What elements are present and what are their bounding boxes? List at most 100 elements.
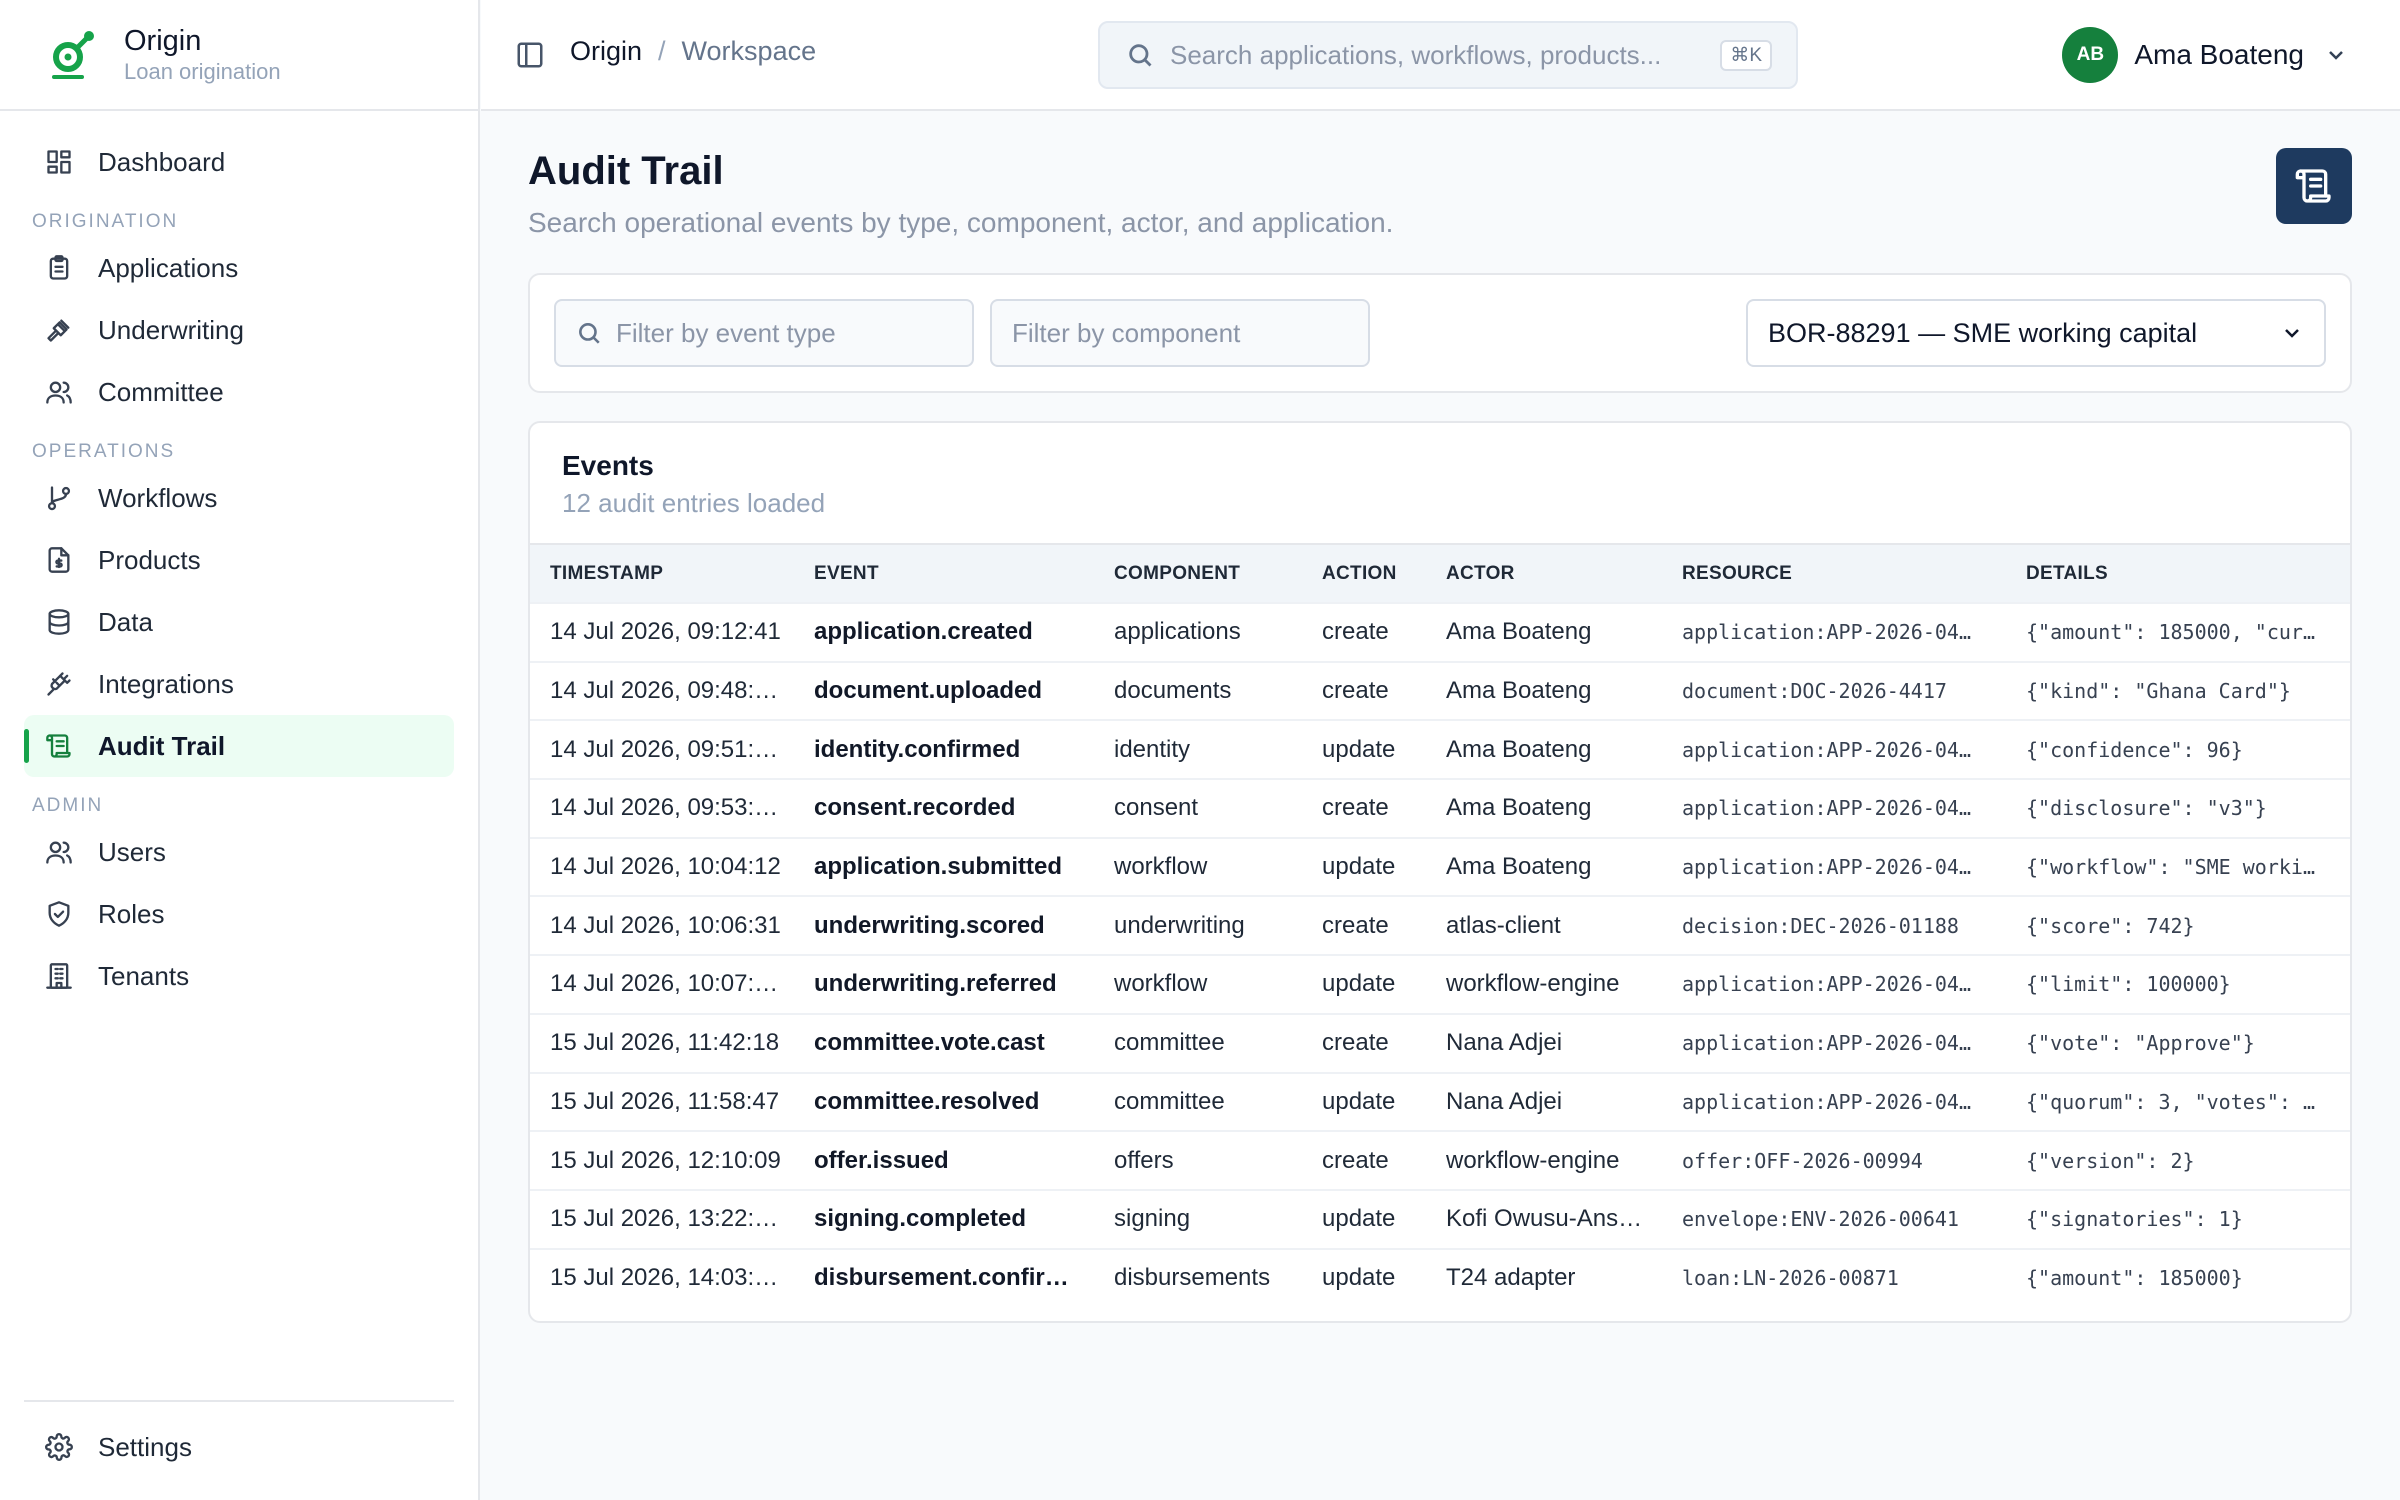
sidebar-toggle-button[interactable] [515,40,545,70]
component-filter[interactable] [990,299,1370,367]
application-select-value: BOR-88291 — SME working capital [1768,317,2198,348]
table-row[interactable]: 14 Jul 2026, 09:48:… document.uploaded doc… [530,661,2350,721]
event-cell: identity.confirmed [814,735,1021,763]
search-icon [579,323,600,344]
resource-cell: application:APP-2026-04… [1682,1089,1971,1114]
details-cell: {"score": 742} [2026,913,2195,938]
timestamp-cell: 14 Jul 2026, 10:04:12 [550,853,781,881]
component-cell: identity [1114,735,1191,763]
events-count: 12 audit entries loaded [562,488,826,518]
actor-cell: Nana Adjei [1446,1087,1563,1115]
actor-cell: Ama Boateng [1446,735,1592,763]
user-menu[interactable]: AB Ama Boateng [2062,26,2348,84]
table-row[interactable]: 14 Jul 2026, 10:06:31 underwriting.scored… [530,896,2350,955]
timestamp-cell: 15 Jul 2026, 13:22:… [550,1205,779,1233]
table-row[interactable]: 15 Jul 2026, 13:22:… signing.completed sig… [530,1189,2350,1249]
sidebar-item-data[interactable]: Data [24,591,454,653]
table-row[interactable]: 15 Jul 2026, 11:42:18 committee.vote.cast… [530,1013,2350,1073]
sidebar-item-label: Data [98,606,153,637]
table-row[interactable]: 14 Jul 2026, 10:07:… underwriting.referre… [530,955,2350,1014]
timestamp-cell: 15 Jul 2026, 11:42:18 [550,1029,780,1057]
sidebar-item-label: Roles [98,898,165,929]
table-row[interactable]: 14 Jul 2026, 10:04:12 application.submitt… [530,837,2350,897]
breadcrumb: Origin / Workspace [570,36,816,67]
gear-icon [44,1432,74,1462]
gavel-icon [44,315,74,345]
resource-cell: application:APP-2026-04… [1682,855,1971,880]
breadcrumb-separator: / [658,36,666,66]
table-row[interactable]: 15 Jul 2026, 14:03:… disbursement.confir…… [530,1248,2350,1308]
search-shortcut-hint: ⌘K [1720,39,1772,71]
sidebar-item-label: Dashboard [98,146,226,177]
global-search-input[interactable] [1170,39,1721,71]
breadcrumb-current: Workspace [681,36,817,66]
timestamp-cell: 15 Jul 2026, 14:03:… [550,1264,779,1292]
table-row[interactable]: 14 Jul 2026, 09:53:… consent.recorded cons… [530,779,2350,838]
table-row[interactable]: 14 Jul 2026, 09:51:… identity.confirmed id… [530,720,2350,779]
chevron-down-icon [2285,329,2299,338]
component-cell: committee [1114,1029,1225,1057]
action-cell: update [1322,970,1396,998]
timestamp-cell: 15 Jul 2026, 11:58:47 [550,1087,780,1115]
action-cell: create [1322,794,1389,822]
sidebar-item-audit-trail[interactable]: Audit Trail [24,715,454,777]
resource-cell: application:APP-2026-04… [1682,972,1971,997]
actor-cell: T24 adapter [1446,1264,1576,1292]
sidebar-item-settings[interactable]: Settings [24,1416,454,1478]
top-bar: Origin / Workspace ⌘K AB Ama Boateng [481,0,2400,111]
events-table-body: 14 Jul 2026, 09:12:41 application.created… [530,603,2350,1308]
action-cell: create [1322,618,1389,646]
actor-cell: Ama Boateng [1446,677,1592,705]
action-cell: create [1322,911,1389,939]
column-header-timestamp[interactable]: TIMESTAMP [530,545,794,603]
event-type-filter-input[interactable] [616,317,972,349]
resource-cell: application:APP-2026-04… [1682,796,1971,821]
sidebar-item-integrations[interactable]: Integrations [24,653,454,715]
column-header-details[interactable]: DETAILS [2006,545,2350,603]
resource-cell: application:APP-2026-04… [1682,737,1971,762]
building-icon [44,961,74,991]
sidebar-item-applications[interactable]: Applications [24,237,454,299]
component-cell: applications [1114,618,1241,646]
sidebar-item-workflows[interactable]: Workflows [24,467,454,529]
audit-trail-action-button[interactable] [2276,148,2352,224]
action-cell: create [1322,677,1389,705]
application-select[interactable]: BOR-88291 — SME working capital [1746,299,2326,367]
timestamp-cell: 14 Jul 2026, 09:51:… [550,735,779,763]
action-cell: update [1322,1264,1396,1292]
sidebar-item-dashboard[interactable]: Dashboard [24,131,454,193]
resource-cell: application:APP-2026-04… [1682,1031,1971,1056]
component-cell: disbursements [1114,1264,1271,1292]
sidebar-item-label: Underwriting [98,314,244,345]
git-branch-icon [44,483,74,513]
event-type-filter[interactable] [554,299,974,367]
column-header-actor[interactable]: ACTOR [1426,545,1662,603]
table-row[interactable]: 14 Jul 2026, 09:12:41 application.created… [530,603,2350,662]
column-header-event[interactable]: EVENT [794,545,1094,603]
column-header-resource[interactable]: RESOURCE [1662,545,2006,603]
sidebar-item-users[interactable]: Users [24,821,454,883]
breadcrumb-root[interactable]: Origin [570,36,642,67]
avatar: AB [2062,27,2119,83]
actor-cell: Ama Boateng [1446,853,1592,881]
timestamp-cell: 14 Jul 2026, 09:48:… [550,677,779,705]
actor-cell: Nana Adjei [1446,1029,1563,1057]
table-row[interactable]: 15 Jul 2026, 11:58:47 committee.resolved c… [530,1072,2350,1132]
sidebar-item-committee[interactable]: Committee [24,361,454,423]
global-search[interactable]: ⌘K [1098,21,1798,89]
column-header-action[interactable]: ACTION [1302,545,1426,603]
event-cell: signing.completed [814,1205,1027,1233]
sidebar-item-roles[interactable]: Roles [24,883,454,945]
plug-icon [44,669,74,699]
component-filter-input[interactable] [1012,317,1368,349]
table-row[interactable]: 15 Jul 2026, 12:10:09 offer.issued offers c… [530,1131,2350,1190]
nav-section-origination: ORIGINATION [32,211,179,232]
column-header-component[interactable]: COMPONENT [1094,545,1302,603]
sidebar-item-underwriting[interactable]: Underwriting [24,299,454,361]
dashboard-icon [44,147,74,177]
sidebar-item-products[interactable]: Products [24,529,454,591]
brand-subtitle: Loan origination [124,58,281,84]
brand[interactable]: Origin Loan origination [0,0,478,111]
component-cell: consent [1114,794,1199,822]
sidebar-item-tenants[interactable]: Tenants [24,945,454,1007]
